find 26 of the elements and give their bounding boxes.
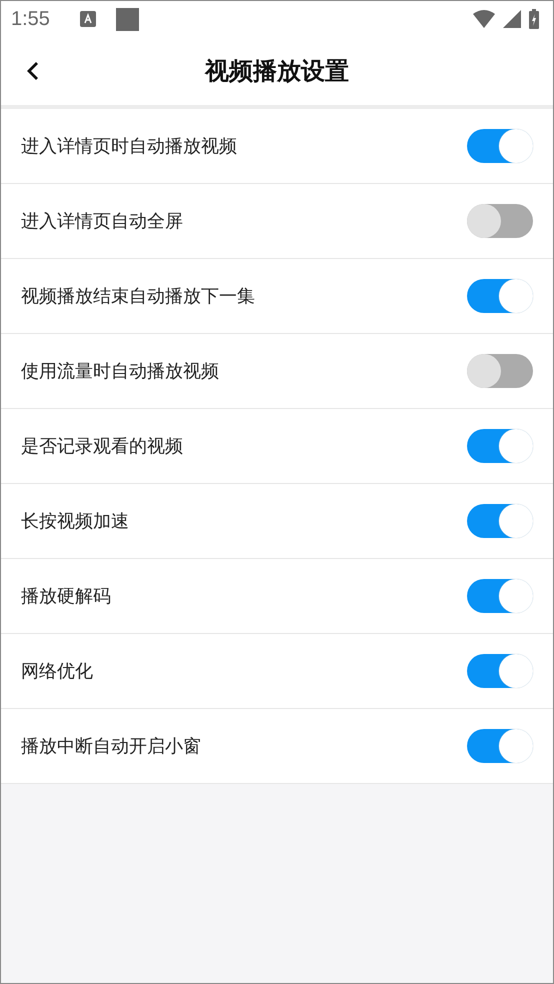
setting-label: 进入详情页自动全屏 xyxy=(21,210,183,233)
wifi-icon xyxy=(473,10,495,28)
setting-label: 进入详情页时自动播放视频 xyxy=(21,135,237,158)
setting-label: 播放中断自动开启小窗 xyxy=(21,735,201,758)
battery-icon xyxy=(529,9,539,29)
setting-label: 播放硬解码 xyxy=(21,585,111,608)
toggle-switch[interactable] xyxy=(467,504,533,538)
square-icon xyxy=(116,8,139,30)
toggle-switch[interactable] xyxy=(467,354,533,388)
signal-icon xyxy=(503,10,521,28)
toggle-switch[interactable] xyxy=(467,204,533,238)
toggle-switch[interactable] xyxy=(467,429,533,463)
toggle-switch[interactable] xyxy=(467,729,533,763)
setting-label: 使用流量时自动播放视频 xyxy=(21,360,219,383)
page-title: 视频播放设置 xyxy=(205,56,349,87)
setting-label: 是否记录观看的视频 xyxy=(21,435,183,458)
status-time: 1:55 xyxy=(11,8,50,30)
toggle-switch[interactable] xyxy=(467,579,533,613)
setting-label: 网络优化 xyxy=(21,660,93,683)
toggle-switch[interactable] xyxy=(467,654,533,688)
back-icon[interactable] xyxy=(26,61,40,81)
toggle-switch[interactable] xyxy=(467,129,533,163)
toggle-switch[interactable] xyxy=(467,279,533,313)
setting-label: 长按视频加速 xyxy=(21,510,129,533)
keyboard-icon xyxy=(80,11,96,27)
setting-label: 视频播放结束自动播放下一集 xyxy=(21,285,255,308)
